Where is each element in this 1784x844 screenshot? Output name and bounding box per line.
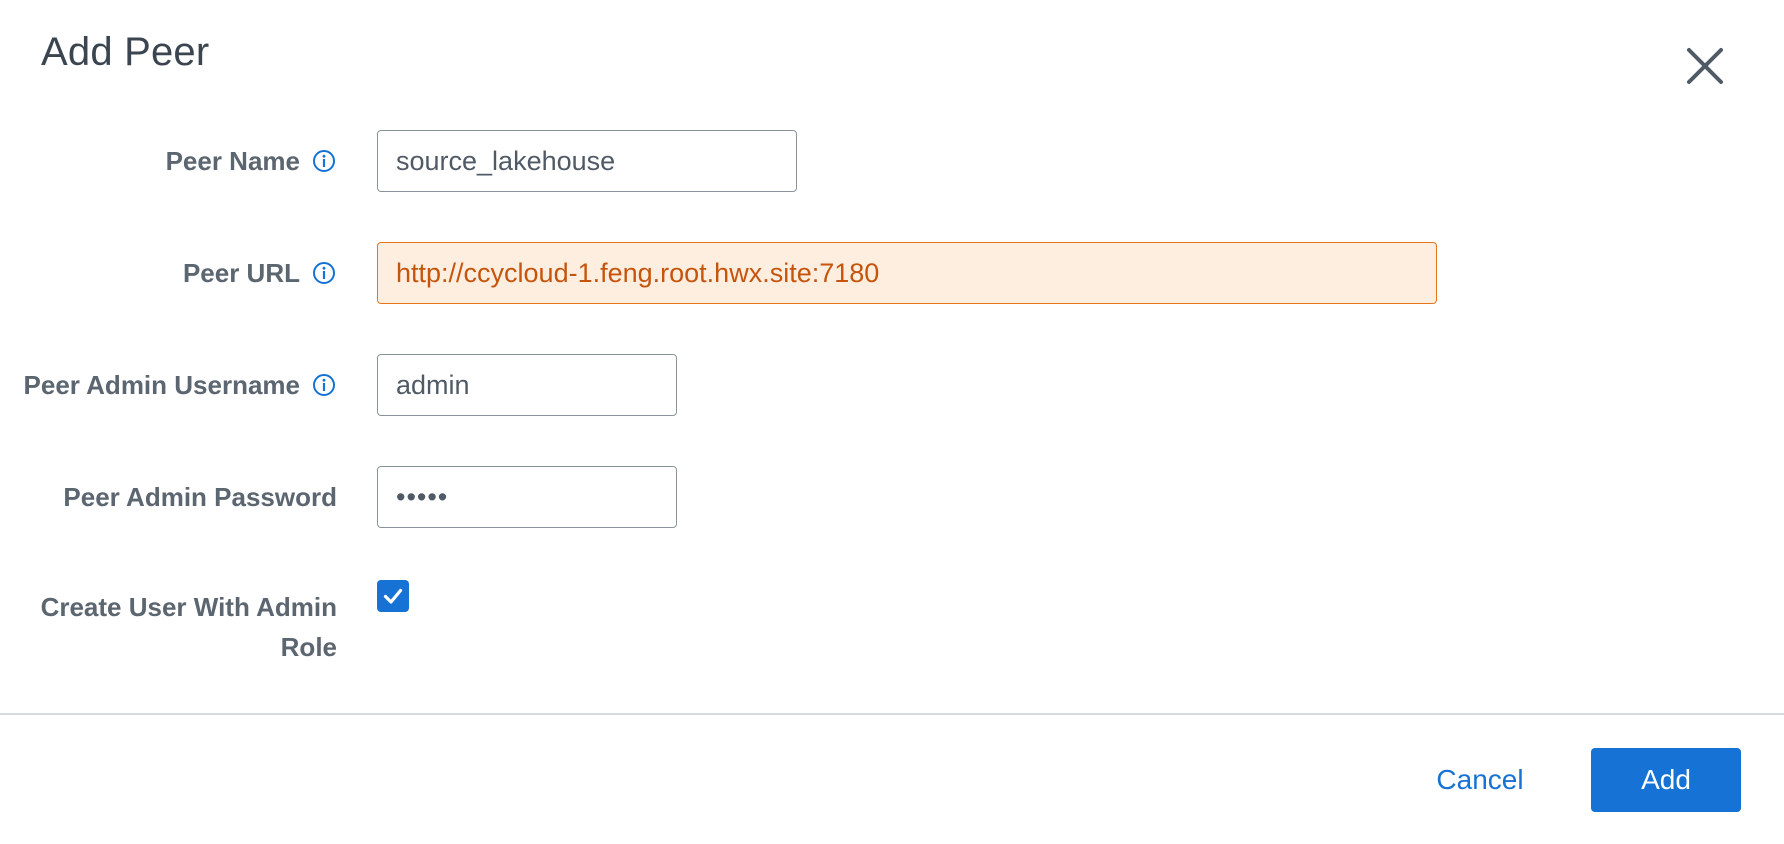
peer-admin-username-label-group: Peer Admin Username xyxy=(24,353,336,417)
peer-name-row: Peer Name xyxy=(0,129,1784,193)
close-icon[interactable] xyxy=(1683,44,1727,88)
add-peer-dialog: Add Peer Peer Name Peer URL xyxy=(0,0,1784,844)
info-icon[interactable] xyxy=(312,261,336,285)
footer-divider xyxy=(0,713,1784,715)
peer-name-label-group: Peer Name xyxy=(166,129,336,193)
create-user-admin-role-row: Create User With Admin Role xyxy=(0,580,1784,677)
add-button[interactable]: Add xyxy=(1591,748,1741,812)
peer-admin-password-input[interactable] xyxy=(377,466,677,528)
cancel-button[interactable]: Cancel xyxy=(1424,748,1536,812)
info-icon[interactable] xyxy=(312,373,336,397)
info-icon[interactable] xyxy=(312,149,336,173)
peer-url-row: Peer URL xyxy=(0,241,1784,305)
peer-url-label: Peer URL xyxy=(182,257,300,288)
create-user-admin-role-label-group: Create User With Admin Role xyxy=(17,587,337,667)
create-user-admin-role-label: Create User With Admin Role xyxy=(40,592,337,662)
peer-admin-password-row: Peer Admin Password xyxy=(0,465,1784,529)
peer-url-input[interactable] xyxy=(377,242,1437,304)
peer-admin-password-label-group: Peer Admin Password xyxy=(63,465,337,529)
peer-name-label: Peer Name xyxy=(165,145,300,176)
peer-admin-password-label: Peer Admin Password xyxy=(63,481,337,512)
dialog-title: Add Peer xyxy=(41,30,210,74)
peer-name-input[interactable] xyxy=(377,130,797,192)
checkmark-icon xyxy=(383,588,403,604)
peer-admin-username-row: Peer Admin Username xyxy=(0,353,1784,417)
create-user-admin-role-checkbox[interactable] xyxy=(377,580,409,612)
peer-url-label-group: Peer URL xyxy=(183,241,336,305)
peer-admin-username-input[interactable] xyxy=(377,354,677,416)
peer-admin-username-label: Peer Admin Username xyxy=(23,369,300,400)
